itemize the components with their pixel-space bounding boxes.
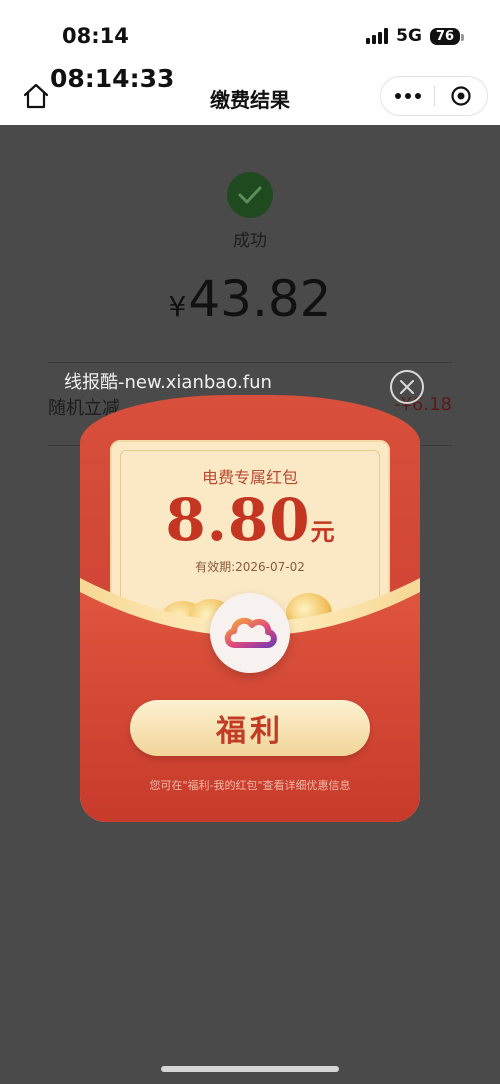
status-text: 成功	[233, 231, 267, 251]
status-indicators: 5G 76	[366, 26, 465, 46]
close-popup-button[interactable]	[390, 370, 424, 404]
coupon-value: 8.80	[165, 486, 311, 554]
amount-value: 43.82	[188, 270, 332, 328]
divider	[48, 362, 452, 363]
currency-symbol: ¥	[168, 290, 187, 323]
coupon-unit: 元	[310, 517, 335, 546]
close-icon	[400, 380, 414, 394]
home-indicator[interactable]	[161, 1066, 339, 1072]
target-icon	[451, 86, 471, 106]
more-button[interactable]	[381, 76, 434, 116]
mini-program-capsule	[380, 76, 488, 116]
payment-amount: ¥43.82	[0, 270, 500, 328]
benefit-button[interactable]: 福利	[130, 700, 370, 756]
network-label: 5G	[396, 26, 422, 46]
success-check-icon	[227, 172, 273, 218]
top-bar: 08:14 5G 76 08:14:33 缴费结果	[0, 0, 500, 125]
battery-icon: 76	[429, 27, 465, 45]
cloud-logo-icon	[224, 617, 277, 648]
coupon-amount: 8.80元	[112, 486, 388, 554]
brand-logo	[210, 593, 290, 673]
watermark-text: 线报酷-new.xianbao.fun	[64, 372, 272, 393]
signal-icon	[366, 28, 389, 44]
hint-text: 您可在"福利-我的红包"查看详细优惠信息	[149, 779, 351, 792]
coupon-title: 电费专属红包	[201, 468, 298, 487]
status-time: 08:14	[62, 24, 129, 48]
close-program-button[interactable]	[435, 76, 487, 116]
red-packet-popup: 电费专属红包 8.80元 有效期:2026-07-02 福利 您可在"福利-我的…	[80, 395, 420, 822]
